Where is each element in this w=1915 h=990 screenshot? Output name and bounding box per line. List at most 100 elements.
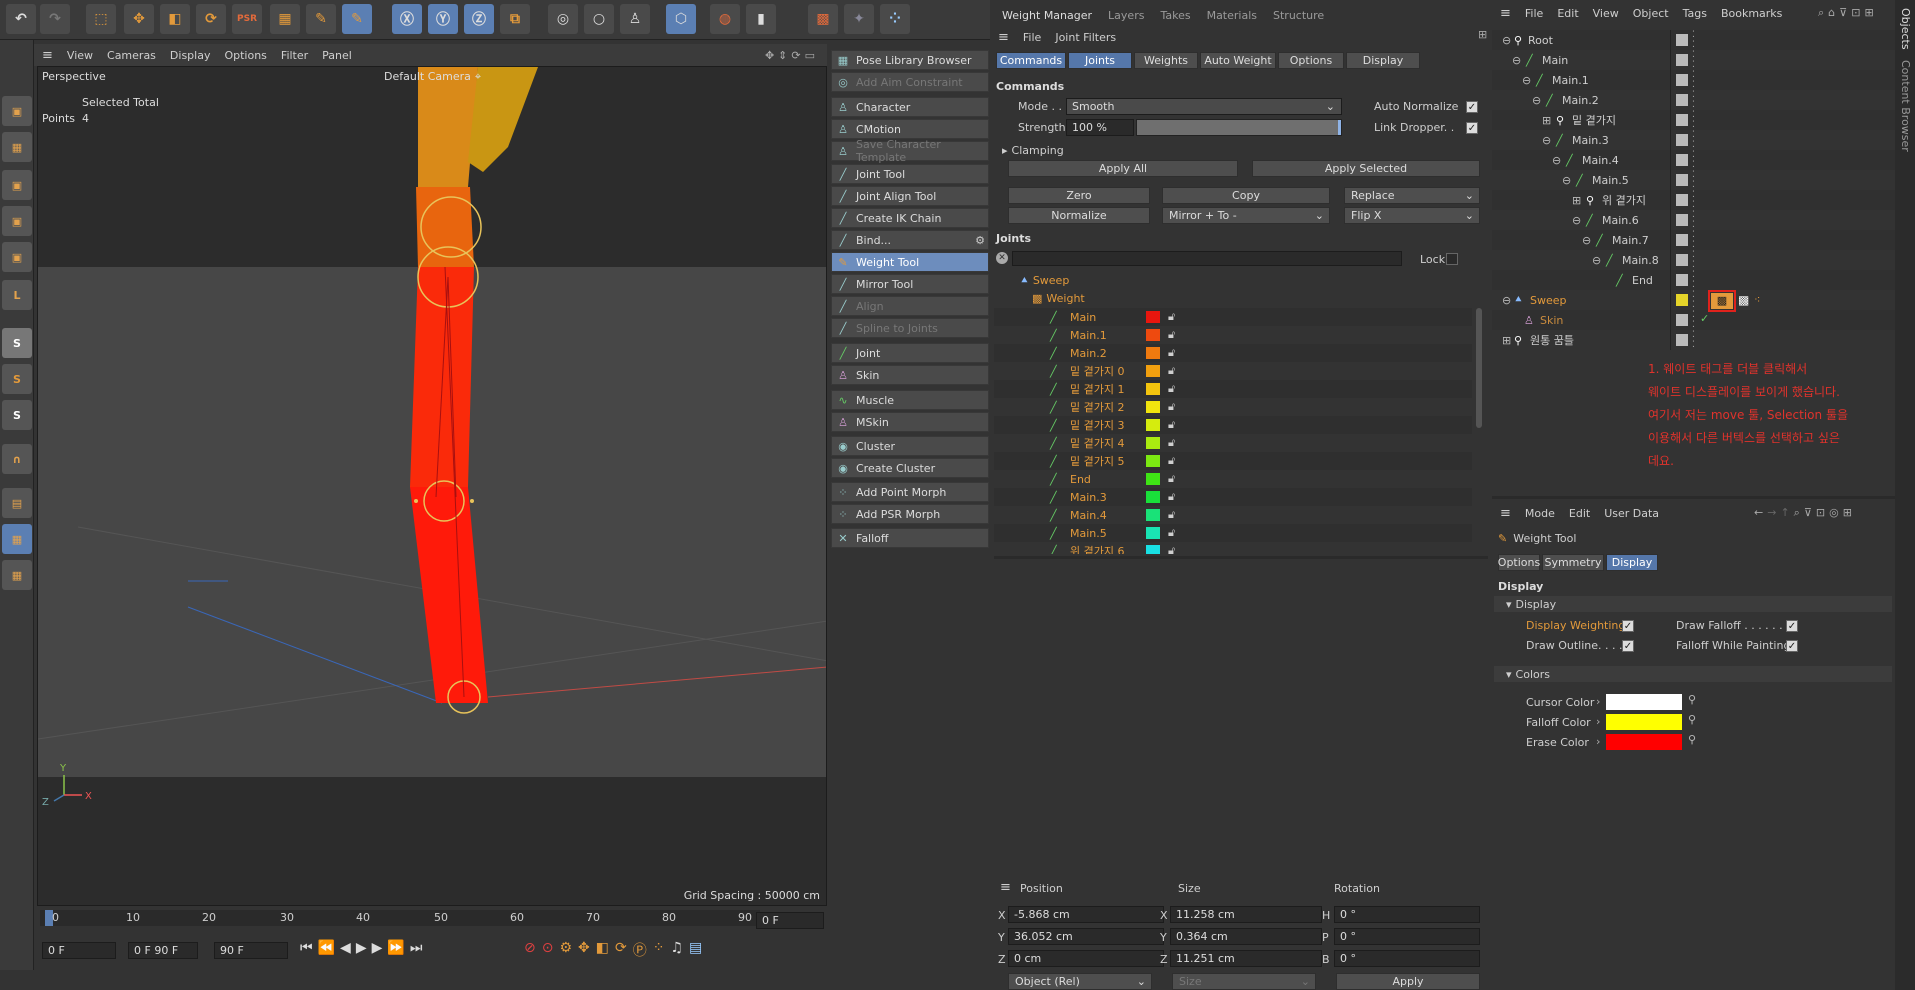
lock-icon[interactable]: 🔓︎ — [1168, 382, 1175, 396]
lock-icon[interactable]: ⊡ — [1816, 506, 1829, 519]
erase-color-swatch[interactable] — [1606, 734, 1682, 750]
strength-slider-handle[interactable] — [1338, 120, 1341, 135]
subtab-joints[interactable]: Joints — [1068, 52, 1132, 69]
character[interactable]: ♙ Character — [831, 97, 989, 117]
arrow-left-icon[interactable]: ← — [1754, 506, 1767, 519]
menu-joint-filters[interactable]: Joint Filters — [1055, 31, 1116, 44]
zero-button[interactable]: Zero — [1008, 187, 1150, 204]
gear-icon[interactable]: ⚙ — [975, 234, 985, 247]
layer-icon[interactable] — [1676, 294, 1688, 306]
rot-p-field[interactable]: 0 ° — [1334, 928, 1480, 945]
joint-search-input[interactable] — [1012, 251, 1402, 266]
layer-icon[interactable] — [1676, 194, 1688, 206]
keyframe-icon[interactable]: ⚙ — [559, 940, 572, 960]
tab-options[interactable]: Options — [1498, 554, 1540, 571]
bind[interactable]: ╱ Bind... ⚙ — [831, 230, 989, 250]
prev-key-icon[interactable]: ⏪ — [318, 940, 335, 956]
sound-icon[interactable]: ♫ — [670, 940, 683, 960]
psr-icon[interactable]: PSR — [232, 4, 262, 34]
paint-icon[interactable]: ◍ — [710, 4, 740, 34]
add-psr-morph[interactable]: ⁘ Add PSR Morph — [831, 504, 989, 524]
apply-button[interactable]: Apply — [1336, 973, 1480, 990]
lock-checkbox[interactable] — [1446, 253, 1458, 265]
key-param-icon[interactable]: Ⓟ — [633, 940, 647, 960]
list-item[interactable]: ╱ 밑 곁가지 1 🔓︎ — [994, 380, 1472, 398]
menu-user-data[interactable]: User Data — [1604, 507, 1659, 520]
snap-s2-icon[interactable]: S — [2, 364, 32, 394]
layer-icon[interactable] — [1676, 134, 1688, 146]
key-move-icon[interactable]: ✥ — [578, 940, 590, 960]
lock-icon[interactable]: 🔓︎ — [1168, 346, 1175, 360]
panel-splitter[interactable] — [1492, 496, 1895, 499]
polygon-cube-icon[interactable]: ▣ — [2, 206, 32, 236]
lock-icon[interactable]: 🔓︎ — [1168, 490, 1175, 504]
subtab-display[interactable]: Display — [1346, 52, 1420, 69]
list-item[interactable]: ╱ Main 🔓︎ — [994, 308, 1472, 326]
target-icon[interactable]: ◎ — [1829, 506, 1843, 519]
layer-icon[interactable] — [1676, 314, 1688, 326]
viewport-menu-options[interactable]: Options — [224, 49, 266, 62]
lock-icon[interactable]: ⊡ — [1851, 6, 1864, 19]
list-item[interactable]: ╱ Main.2 🔓︎ — [994, 344, 1472, 362]
next-frame-icon[interactable]: ▶ — [372, 940, 383, 956]
pose-library-browser[interactable]: ▦ Pose Library Browser — [831, 50, 989, 70]
undo-icon[interactable]: ↶ — [6, 4, 36, 34]
points-tag-icon[interactable]: ⁖ — [1754, 293, 1768, 309]
layer-icon[interactable] — [1676, 34, 1688, 46]
x-axis-icon[interactable]: Ⓧ — [392, 4, 422, 34]
arrow-right-icon[interactable]: → — [1767, 506, 1780, 519]
brush-icon[interactable]: ✎ — [306, 4, 336, 34]
list-item[interactable]: ╱ Main.3 🔓︎ — [994, 488, 1472, 506]
checker-cube-icon[interactable]: ▦ — [2, 132, 32, 162]
panel-splitter[interactable] — [994, 556, 1488, 559]
strength-slider[interactable] — [1136, 119, 1342, 136]
cmotion[interactable]: ♙ CMotion — [831, 119, 989, 139]
timeline-icon[interactable]: ▤ — [689, 940, 702, 960]
lock-icon[interactable]: 🔓︎ — [1168, 364, 1175, 378]
layer-icon[interactable] — [1676, 114, 1688, 126]
hamburger-icon[interactable]: ≡ — [1500, 506, 1511, 521]
joint-align-tool[interactable]: ╱ Joint Align Tool — [831, 186, 989, 206]
viewport[interactable]: Y X Z Perspective Default Camera ⌖ Select… — [37, 66, 827, 906]
checker-icon[interactable]: ▦ — [270, 4, 300, 34]
subtab-auto-weight[interactable]: Auto Weight — [1200, 52, 1276, 69]
joint[interactable]: ╱ Joint — [831, 343, 989, 363]
skin[interactable]: ♙ Skin — [831, 365, 989, 385]
tree-sweep[interactable]: ⯅ Sweep — [1020, 274, 1069, 288]
object-mode-icon[interactable]: ○ — [584, 4, 614, 34]
tab-structure[interactable]: Structure — [1265, 6, 1332, 25]
viewport-menu-panel[interactable]: Panel — [322, 49, 352, 62]
redo-icon[interactable]: ↷ — [40, 4, 70, 34]
expand-arrow-icon[interactable]: › — [1596, 695, 1600, 708]
weight-tag-icon[interactable]: ▩ — [1711, 293, 1733, 309]
list-item[interactable]: ╱ 밑 곁가지 4 🔓︎ — [994, 434, 1472, 452]
draw-falloff-checkbox[interactable]: ✓ — [1786, 620, 1798, 632]
list-item[interactable]: ╱ Main.4 🔓︎ — [994, 506, 1472, 524]
viewport-menu-cameras[interactable]: Cameras — [107, 49, 156, 62]
size-z-field[interactable]: 11.251 cm — [1170, 950, 1322, 967]
falloff-color-swatch[interactable] — [1606, 714, 1682, 730]
render-dots-column[interactable]: ⁚ ⁚ ⁚ ⁚ ⁚ ⁚ ⁚ ⁚ ⁚ ⁚ ⁚ ⁚ ⁚ ⁚ ⁚ ⁚ ⁚ ⁚ ⁚ ⁚ ⁚ ⁚ ⁚ ⁚ ⁚ ⁚ ⁚ ⁚ ⁚ ⁚ ⁚ ⁚ — [1692, 30, 1702, 350]
lock-icon[interactable]: 🔓︎ — [1168, 400, 1175, 414]
menu-view[interactable]: View — [1593, 7, 1619, 20]
lock-icon[interactable]: 🔓︎ — [1168, 310, 1175, 324]
menu-mode[interactable]: Mode — [1525, 507, 1555, 520]
z-axis-icon[interactable]: Ⓩ — [464, 4, 494, 34]
viewport-menu-filter[interactable]: Filter — [281, 49, 308, 62]
apply-selected-button[interactable]: Apply Selected — [1252, 160, 1480, 177]
autokey-icon[interactable]: ⊙ — [542, 940, 554, 960]
create-cluster[interactable]: ◉ Create Cluster — [831, 458, 989, 478]
snap-s3-icon[interactable]: S — [2, 400, 32, 430]
enabled-check-icon[interactable]: ✓ — [1700, 312, 1709, 325]
go-end-icon[interactable]: ⏭ — [410, 940, 423, 956]
lock-icon[interactable]: 🔓︎ — [1168, 544, 1175, 554]
eyedropper-icon[interactable]: ⚲ — [1688, 693, 1696, 706]
weight-tool[interactable]: ✎ Weight Tool — [831, 252, 989, 272]
layer-icon[interactable] — [1676, 154, 1688, 166]
mskin[interactable]: ♙ MSkin — [831, 412, 989, 432]
coordinate-system-icon[interactable]: ⧉ — [500, 4, 530, 34]
create-ik-chain[interactable]: ╱ Create IK Chain — [831, 208, 989, 228]
menu-edit[interactable]: Edit — [1569, 507, 1590, 520]
expand-icon[interactable]: ⊞ — [1843, 506, 1856, 519]
display-weighting-checkbox[interactable]: ✓ — [1622, 620, 1634, 632]
